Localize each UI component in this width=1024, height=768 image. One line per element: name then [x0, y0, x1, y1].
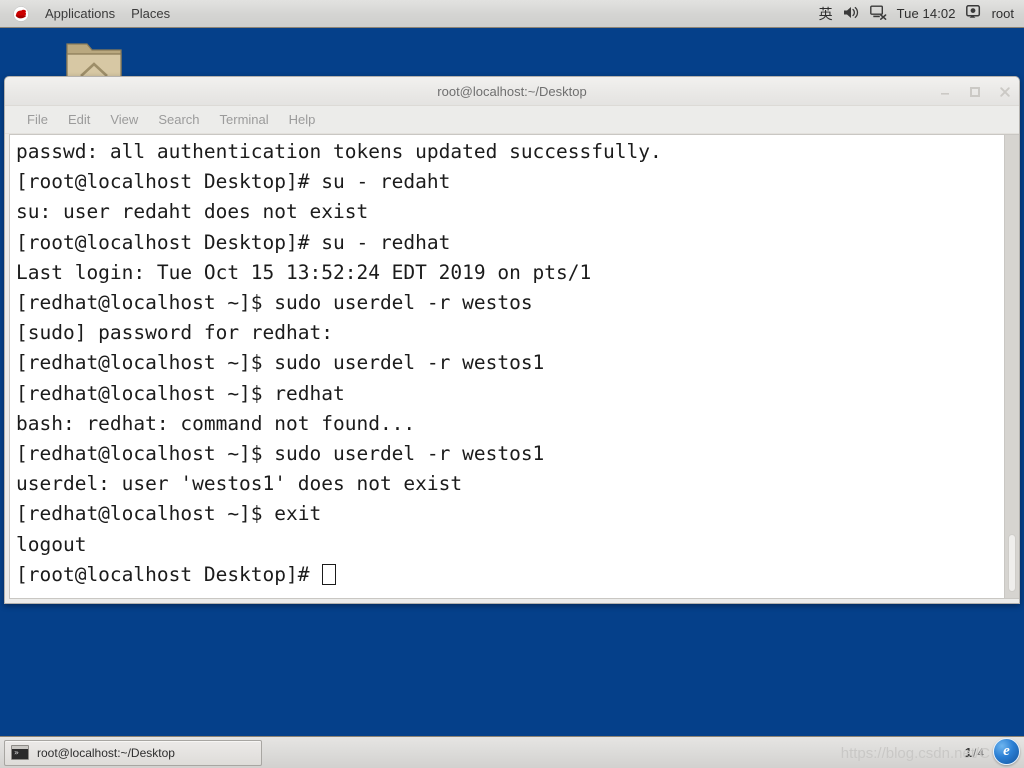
terminal-line: [redhat@localhost ~]$ sudo userdel -r we… [16, 291, 533, 315]
close-icon[interactable] [997, 84, 1013, 100]
menu-file[interactable]: File [19, 109, 56, 130]
terminal-window[interactable]: root@localhost:~/Desktop File Edit View … [4, 76, 1020, 604]
minimize-icon[interactable] [937, 84, 953, 100]
terminal-line: userdel: user 'westos1' does not exist [16, 472, 463, 496]
terminal-prompt: [root@localhost Desktop]# [16, 562, 322, 586]
watermark-badge-icon: e [993, 738, 1020, 765]
window-title: root@localhost:~/Desktop [437, 83, 587, 99]
terminal-line: [sudo] password for redhat: [16, 321, 333, 345]
maximize-icon[interactable] [967, 84, 983, 100]
taskbar-window-label: root@localhost:~/Desktop [37, 745, 175, 760]
terminal-line: [redhat@localhost ~]$ sudo userdel -r we… [16, 442, 545, 466]
window-controls [937, 77, 1013, 106]
terminal-line: logout [16, 532, 87, 556]
workspace-indicator[interactable]: 1 / 4 [965, 745, 984, 760]
clock[interactable]: Tue 14:02 [897, 6, 956, 21]
top-panel-left: Applications Places [0, 3, 177, 25]
menu-applications[interactable]: Applications [38, 3, 122, 24]
workspace-current: 1 [964, 745, 972, 760]
volume-speaker-icon[interactable] [843, 5, 860, 23]
taskbar-window-button[interactable]: root@localhost:~/Desktop [4, 739, 262, 766]
terminal-scrollbar[interactable] [1004, 135, 1019, 598]
terminal-icon [11, 745, 29, 760]
menu-view[interactable]: View [102, 109, 146, 130]
terminal-line: bash: redhat: command not found... [16, 411, 416, 435]
terminal-menu-bar: File Edit View Search Terminal Help [5, 106, 1019, 134]
terminal-prompt-line[interactable]: [root@localhost Desktop]# [16, 560, 1004, 590]
terminal-line: [redhat@localhost ~]$ redhat [16, 381, 345, 405]
bottom-panel: root@localhost:~/Desktop 1 / 4 https://b… [0, 736, 1024, 768]
top-panel: Applications Places 英 Tue 14:02 root [0, 0, 1024, 28]
user-name-label[interactable]: root [992, 6, 1014, 21]
top-panel-status-area: 英 Tue 14:02 root [819, 4, 1024, 24]
applications-label: Applications [45, 6, 116, 21]
terminal-line: [redhat@localhost ~]$ exit [16, 502, 322, 526]
text-cursor [322, 563, 337, 585]
terminal-line: [root@localhost Desktop]# su - redhat [16, 230, 451, 254]
redhat-menu-button[interactable] [6, 3, 36, 25]
terminal-body[interactable]: passwd: all authentication tokens update… [9, 134, 1019, 599]
terminal-line: [redhat@localhost ~]$ sudo userdel -r we… [16, 351, 545, 375]
menu-help[interactable]: Help [281, 109, 324, 130]
menu-edit[interactable]: Edit [60, 109, 98, 130]
terminal-line: [root@localhost Desktop]# su - redaht [16, 170, 451, 194]
network-disconnected-icon[interactable] [869, 5, 887, 23]
input-method-indicator[interactable]: 英 [819, 4, 833, 24]
user-account-icon[interactable] [965, 5, 982, 22]
terminal-line: su: user redaht does not exist [16, 200, 369, 224]
menu-search[interactable]: Search [150, 109, 207, 130]
terminal-scrollbar-thumb[interactable] [1008, 534, 1016, 592]
menu-places[interactable]: Places [124, 3, 177, 24]
terminal-line: Last login: Tue Oct 15 13:52:24 EDT 2019… [16, 260, 592, 284]
workspace-separator: / [972, 746, 977, 760]
redhat-logo-icon [13, 5, 29, 22]
workspace-total: 4 [977, 746, 984, 760]
terminal-output[interactable]: passwd: all authentication tokens update… [10, 135, 1004, 598]
menu-terminal[interactable]: Terminal [212, 109, 277, 130]
terminal-line: passwd: all authentication tokens update… [16, 140, 662, 163]
window-title-bar[interactable]: root@localhost:~/Desktop [5, 77, 1019, 106]
places-label: Places [131, 6, 171, 21]
